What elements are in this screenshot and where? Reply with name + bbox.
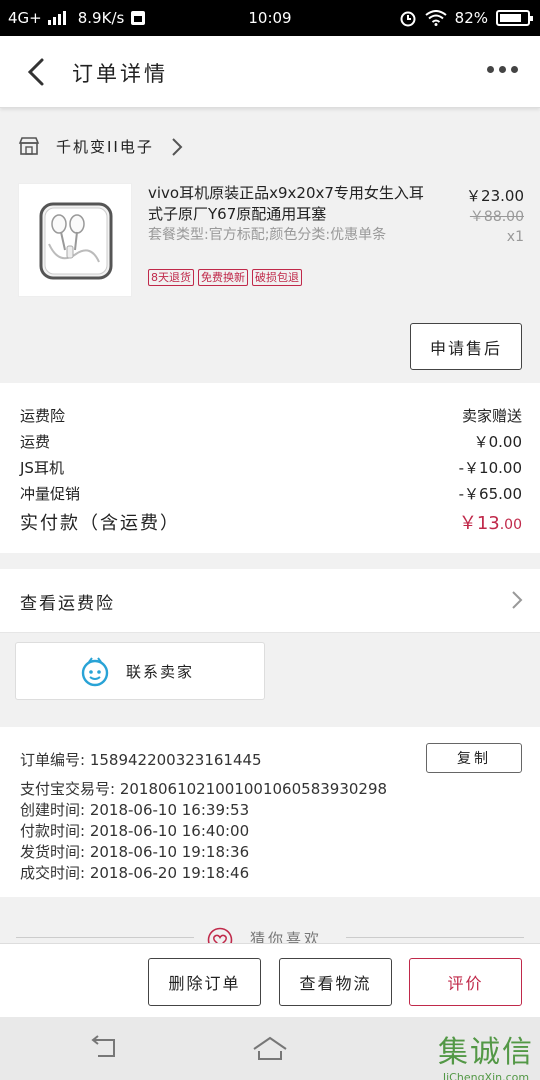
quantity: x1 — [506, 229, 524, 245]
watermark-url: JiChengXin.com — [442, 1071, 530, 1080]
total-row: 实付款（含运费） ￥13.00 — [20, 509, 522, 535]
watermark-text: 集诚信 — [438, 1035, 534, 1070]
fee-value: ￥0.00 — [473, 433, 522, 451]
insurance-label: 查看运费险 — [20, 594, 115, 614]
service-tags: 8天退货 免费换新 破损包退 — [148, 269, 302, 286]
shop-row[interactable]: 千机变II电子 — [0, 122, 540, 172]
fee-row: JS耳机 -￥10.00 — [20, 457, 522, 478]
fee-value: 卖家赠送 — [461, 407, 522, 425]
original-price: ￥88.00 — [469, 209, 524, 225]
fee-row: 运费 ￥0.00 — [20, 431, 522, 452]
order-action-bar: 删除订单 查看物流 评价 — [0, 943, 540, 1017]
fee-label: 运费险 — [20, 407, 66, 425]
shop-name: 千机变II电子 — [56, 138, 154, 156]
view-logistics-button[interactable]: 查看物流 — [279, 958, 392, 1006]
fee-label: JS耳机 — [20, 459, 64, 477]
status-bar: 4G+ 8.9K/s 10:09 82% — [0, 0, 540, 36]
fee-summary: 运费险 卖家赠送 运费 ￥0.00 JS耳机 -￥10.00 冲量促销 -￥65… — [0, 383, 540, 553]
divider-line — [16, 937, 194, 938]
back-nav-icon[interactable] — [90, 1035, 120, 1061]
copy-button[interactable]: 复制 — [426, 743, 522, 773]
alarm-icon — [400, 11, 416, 27]
total-amount: ￥13.00 — [458, 513, 522, 534]
divider-line — [346, 937, 524, 938]
shop-icon — [18, 137, 40, 155]
home-nav-icon[interactable] — [252, 1035, 288, 1061]
fee-label: 冲量促销 — [20, 485, 81, 503]
alipay-trade-number: 支付宝交易号: 2018061021001001060583930298 — [20, 780, 388, 798]
view-shipping-insurance-row[interactable]: 查看运费险 — [0, 569, 540, 633]
created-time: 创建时间: 2018-06-10 16:39:53 — [20, 801, 250, 819]
contact-seller-label: 联系卖家 — [126, 663, 195, 681]
back-arrow-icon[interactable] — [20, 54, 56, 90]
watermark-logo: 集诚信 JiChengXin.com — [438, 1027, 534, 1080]
fee-value: -￥65.00 — [458, 485, 522, 503]
product-spec: 套餐类型:官方标配;颜色分类:优惠单条 — [148, 227, 387, 243]
service-tag: 破损包退 — [252, 269, 302, 286]
order-number: 订单编号: 158942200323161445 — [20, 751, 262, 769]
fee-label: 运费 — [20, 433, 51, 451]
shipped-time: 发货时间: 2018-06-10 19:18:36 — [20, 843, 250, 861]
fee-value: -￥10.00 — [458, 459, 522, 477]
paid-time: 付款时间: 2018-06-10 16:40:00 — [20, 822, 250, 840]
chevron-right-icon — [512, 591, 523, 609]
fee-row: 冲量促销 -￥65.00 — [20, 483, 522, 504]
product-price: ￥23.00 — [466, 187, 524, 205]
chat-face-icon — [81, 657, 109, 687]
total-label: 实付款（含运费） — [20, 513, 180, 534]
battery-percent: 82% — [454, 9, 488, 27]
earphones-image — [39, 202, 113, 280]
chevron-right-icon — [172, 138, 183, 156]
apply-after-sale-button[interactable]: 申请售后 — [410, 323, 522, 370]
fee-row: 运费险 卖家赠送 — [20, 405, 522, 426]
more-options-icon[interactable] — [487, 66, 518, 73]
app-header: 订单详情 — [0, 36, 540, 108]
service-tag: 免费换新 — [198, 269, 248, 286]
system-navigation-bar: 集诚信 JiChengXin.com — [0, 1017, 540, 1080]
page-title: 订单详情 — [72, 62, 168, 86]
product-image[interactable] — [18, 183, 132, 297]
contact-seller-button[interactable]: 联系卖家 — [15, 642, 265, 700]
delete-order-button[interactable]: 删除订单 — [148, 958, 261, 1006]
order-detail-screen: 4G+ 8.9K/s 10:09 82% 订单详情 千机变II电子 vivo耳机… — [0, 0, 540, 1080]
battery-icon — [496, 10, 533, 26]
completed-time: 成交时间: 2018-06-20 19:18:46 — [20, 864, 250, 882]
product-title[interactable]: vivo耳机原装正品x9x20x7专用女生入耳式子原厂Y67原配通用耳塞 — [148, 183, 428, 225]
product-item[interactable]: vivo耳机原装正品x9x20x7专用女生入耳式子原厂Y67原配通用耳塞 套餐类… — [0, 175, 540, 383]
wifi-icon — [425, 10, 447, 26]
service-tag: 8天退货 — [148, 269, 194, 286]
order-info: 订单编号: 158942200323161445 复制 支付宝交易号: 2018… — [0, 727, 540, 897]
review-button[interactable]: 评价 — [409, 958, 522, 1006]
